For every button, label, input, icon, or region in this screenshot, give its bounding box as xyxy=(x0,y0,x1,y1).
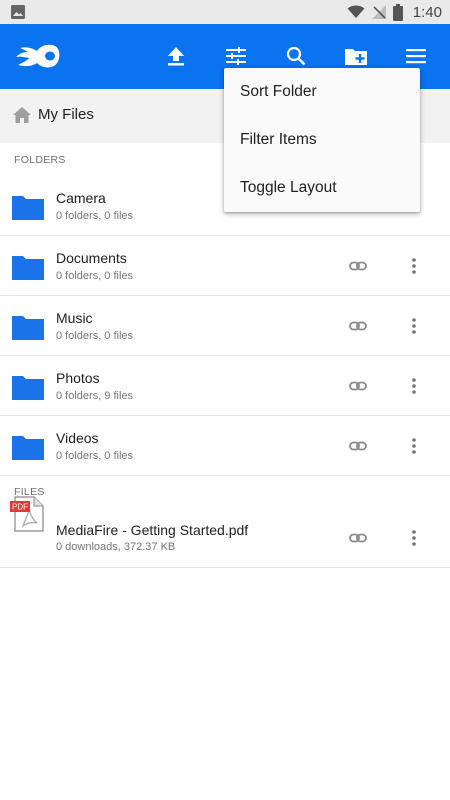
folder-name: Documents xyxy=(56,250,127,266)
folder-meta: 0 folders, 0 files xyxy=(56,450,134,462)
folder-icon xyxy=(12,196,44,220)
more-vert-icon xyxy=(412,318,416,334)
home-icon[interactable] xyxy=(12,106,32,124)
file-name: MediaFire - Getting Started.pdf xyxy=(56,522,249,538)
share-link-icon[interactable] xyxy=(349,259,367,273)
file-row-pdf[interactable]: PDF MediaFire - Getting Started.pdf 0 do… xyxy=(0,476,450,568)
more-options-button[interactable] xyxy=(404,375,424,397)
new-folder-icon xyxy=(345,49,367,65)
folder-meta: 0 folders, 0 files xyxy=(56,330,134,342)
pdf-file-icon: PDF xyxy=(10,496,44,532)
file-meta: 0 downloads, 372.37 KB xyxy=(56,541,176,553)
upload-button[interactable] xyxy=(162,42,190,70)
image-icon xyxy=(11,5,25,19)
folder-icon xyxy=(12,376,44,400)
folder-meta: 0 folders, 0 files xyxy=(56,270,134,282)
more-options-button[interactable] xyxy=(404,255,424,277)
status-bar: 1:40 xyxy=(0,0,450,24)
more-options-button[interactable] xyxy=(404,315,424,337)
overflow-menu-button[interactable] xyxy=(402,42,430,70)
share-link-icon[interactable] xyxy=(349,439,367,453)
pdf-badge-label: PDF xyxy=(12,503,28,512)
folder-icon xyxy=(12,256,44,280)
folder-icon xyxy=(12,316,44,340)
mediafire-logo-icon[interactable] xyxy=(14,40,62,72)
menu-item-filter-items[interactable]: Filter Items xyxy=(224,116,420,164)
more-options-button[interactable] xyxy=(404,527,424,549)
upload-icon xyxy=(168,47,184,66)
no-signal-icon xyxy=(371,5,386,19)
filter-button[interactable] xyxy=(222,42,250,70)
share-link-icon[interactable] xyxy=(349,531,367,545)
new-folder-button[interactable] xyxy=(342,42,370,70)
folder-row-documents[interactable]: Documents 0 folders, 0 files xyxy=(0,236,450,296)
folder-row-music[interactable]: Music 0 folders, 0 files xyxy=(0,296,450,356)
folder-meta: 0 folders, 0 files xyxy=(56,210,134,222)
more-vert-icon xyxy=(412,438,416,454)
folder-icon xyxy=(12,436,44,460)
folder-row-videos[interactable]: Videos 0 folders, 0 files xyxy=(0,416,450,476)
folder-name: Videos xyxy=(56,430,99,446)
share-link-icon[interactable] xyxy=(349,319,367,333)
folder-name: Camera xyxy=(56,190,106,206)
status-icons: 1:40 xyxy=(347,0,442,24)
folder-name: Music xyxy=(56,310,93,326)
folders-section-label: FOLDERS xyxy=(14,154,66,166)
battery-icon xyxy=(392,3,403,21)
more-vert-icon xyxy=(412,258,416,274)
folder-name: Photos xyxy=(56,370,100,386)
clock: 1:40 xyxy=(412,3,442,21)
folder-row-photos[interactable]: Photos 0 folders, 9 files xyxy=(0,356,450,416)
filter-sliders-icon xyxy=(226,47,246,65)
menu-icon xyxy=(406,49,426,64)
search-icon xyxy=(286,46,306,66)
share-link-icon[interactable] xyxy=(349,379,367,393)
menu-item-toggle-layout[interactable]: Toggle Layout xyxy=(224,164,420,212)
more-vert-icon xyxy=(412,530,416,546)
menu-item-sort-folder[interactable]: Sort Folder xyxy=(224,68,420,116)
more-vert-icon xyxy=(412,378,416,394)
search-button[interactable] xyxy=(282,42,310,70)
wifi-icon xyxy=(347,5,365,18)
folder-meta: 0 folders, 9 files xyxy=(56,390,134,402)
more-options-button[interactable] xyxy=(404,435,424,457)
overflow-dropdown-menu: Sort Folder Filter Items Toggle Layout xyxy=(224,68,420,212)
breadcrumb-current[interactable]: My Files xyxy=(38,106,94,123)
